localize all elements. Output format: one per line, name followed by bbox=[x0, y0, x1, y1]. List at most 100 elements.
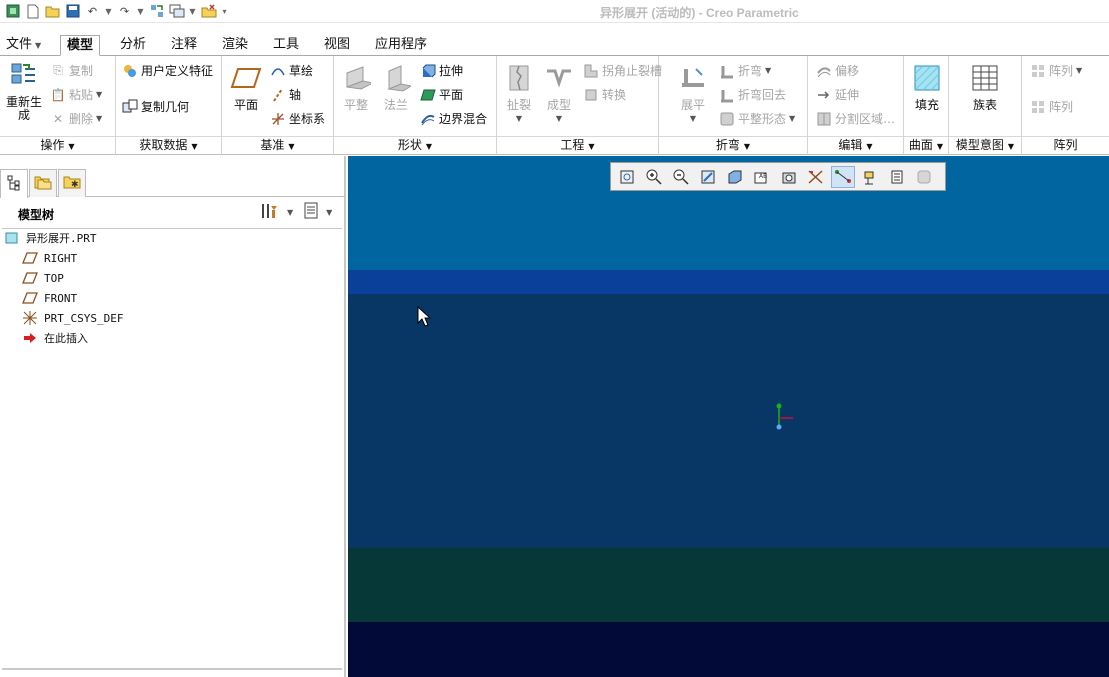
family-table-button[interactable]: 族表 bbox=[965, 62, 1005, 112]
udf-button[interactable]: 用户定义特征 bbox=[122, 62, 213, 79]
switch-window-icon[interactable] bbox=[168, 3, 185, 20]
extend-button[interactable]: 延伸 bbox=[816, 86, 859, 103]
tree-settings-dropdown-icon[interactable]: ▼ bbox=[287, 208, 293, 217]
datum-plane-icon bbox=[22, 250, 38, 266]
tab-favorites[interactable]: ✱ bbox=[58, 169, 86, 197]
copy-geometry-button[interactable]: 复制几何 bbox=[122, 98, 189, 115]
bend-back-icon bbox=[719, 87, 735, 103]
rip-button[interactable]: 扯裂 ▼ bbox=[501, 62, 537, 126]
group-label-model-intent[interactable]: 模型意图 ▼ bbox=[949, 136, 1021, 153]
tree-item-top[interactable]: TOP bbox=[22, 269, 64, 287]
boundary-blend-button[interactable]: 边界混合 bbox=[420, 110, 487, 127]
tab-file[interactable]: 文件 ▼ bbox=[0, 35, 47, 56]
tree-item-part[interactable]: 异形展开.PRT bbox=[4, 229, 97, 247]
save-icon[interactable] bbox=[64, 3, 81, 20]
undo-dropdown-icon[interactable]: ▼ bbox=[104, 3, 113, 20]
tree-show-icon[interactable] bbox=[303, 202, 319, 223]
flat-state-button[interactable]: 平整形态 ▼ bbox=[719, 110, 795, 127]
tab-folder-browser[interactable] bbox=[29, 169, 57, 197]
axis-button[interactable]: 轴 bbox=[270, 86, 301, 103]
flat-wall-icon bbox=[340, 62, 372, 94]
extrude-button[interactable]: 拉伸 bbox=[420, 62, 463, 79]
group-label-datum[interactable]: 基准 ▼ bbox=[222, 136, 333, 153]
group-editing: 偏移 延伸 分割区域… 编辑 ▼ bbox=[808, 56, 904, 155]
flat-wall-button[interactable]: 平整 bbox=[338, 62, 374, 112]
boundary-blend-icon bbox=[420, 111, 436, 127]
group-label-operations[interactable]: 操作 ▼ bbox=[0, 136, 115, 153]
csys-button[interactable]: 坐标系 bbox=[270, 110, 325, 127]
pattern-button[interactable]: 阵列 ▼ bbox=[1030, 62, 1082, 79]
app-icon[interactable] bbox=[4, 3, 21, 20]
tree-item-csys[interactable]: PRT_CSYS_DEF bbox=[22, 309, 123, 327]
tab-annotate[interactable]: 注释 bbox=[165, 35, 203, 56]
insert-here-arrow-icon bbox=[22, 330, 38, 346]
paste-button[interactable]: 📋 粘贴 ▼ bbox=[50, 86, 103, 103]
tab-tools[interactable]: 工具 bbox=[267, 35, 305, 56]
split-area-icon bbox=[816, 111, 832, 127]
close-icon[interactable] bbox=[200, 3, 217, 20]
corner-relief-icon bbox=[583, 63, 599, 79]
tree-item-insert-here[interactable]: 在此插入 bbox=[22, 329, 88, 347]
csys-display-icon[interactable] bbox=[885, 166, 909, 188]
group-label-shapes[interactable]: 形状 ▼ bbox=[334, 136, 496, 153]
tree-settings-icon[interactable] bbox=[260, 202, 280, 223]
tree-item-front[interactable]: FRONT bbox=[22, 289, 77, 307]
zoom-in-icon[interactable] bbox=[642, 166, 666, 188]
convert-button[interactable]: 转换 bbox=[583, 86, 626, 103]
tab-model[interactable]: 模型 bbox=[60, 35, 101, 56]
unbend-button[interactable]: 展平 ▼ bbox=[675, 62, 711, 126]
flange-wall-button[interactable]: 法兰 bbox=[378, 62, 414, 112]
tab-view[interactable]: 视图 bbox=[318, 35, 356, 56]
pattern-button-2[interactable]: 阵列 bbox=[1030, 98, 1073, 115]
tree-item-right[interactable]: RIGHT bbox=[22, 249, 77, 267]
open-icon[interactable] bbox=[44, 3, 61, 20]
copy-button[interactable]: ⎘ 复制 bbox=[50, 62, 93, 79]
group-label-editing[interactable]: 编辑 ▼ bbox=[808, 136, 903, 153]
saved-orientations-icon[interactable]: AB bbox=[750, 166, 774, 188]
bend-back-button[interactable]: 折弯回去 bbox=[719, 86, 786, 103]
planar-button[interactable]: 平面 bbox=[420, 86, 463, 103]
tree-show-dropdown-icon[interactable]: ▼ bbox=[326, 208, 332, 217]
group-label-engineering[interactable]: 工程 ▼ bbox=[497, 136, 658, 153]
sketch-button[interactable]: 草绘 bbox=[270, 62, 313, 79]
datum-plane-button[interactable]: 平面 bbox=[226, 62, 266, 112]
customize-icon[interactable]: ▾ bbox=[220, 3, 229, 20]
offset-button[interactable]: 偏移 bbox=[816, 62, 859, 79]
group-label-bend[interactable]: 折弯 ▼ bbox=[659, 136, 807, 153]
regenerate-icon[interactable] bbox=[148, 3, 165, 20]
tab-model-tree[interactable] bbox=[0, 169, 28, 198]
zoom-out-icon[interactable] bbox=[669, 166, 693, 188]
regenerate-button[interactable]: 重新生成 bbox=[4, 60, 44, 122]
spin-center-icon[interactable] bbox=[912, 166, 936, 188]
form-button[interactable]: 成型 ▼ bbox=[541, 62, 577, 126]
axis-display-icon[interactable] bbox=[831, 165, 855, 188]
unbend-icon bbox=[677, 62, 709, 94]
window-title: 异形展开 (活动的) - Creo Parametric bbox=[600, 6, 799, 20]
view-manager-icon[interactable] bbox=[777, 166, 801, 188]
group-label-surfaces[interactable]: 曲面 ▼ bbox=[904, 136, 948, 153]
offset-icon bbox=[816, 63, 832, 79]
tab-applications[interactable]: 应用程序 bbox=[369, 35, 433, 56]
tab-render[interactable]: 渲染 bbox=[216, 35, 254, 56]
fill-button[interactable]: 填充 bbox=[908, 62, 946, 112]
delete-button[interactable]: ✕ 删除 ▼ bbox=[50, 110, 102, 127]
refit-icon[interactable] bbox=[615, 166, 639, 188]
bend-button[interactable]: 折弯 ▼ bbox=[719, 62, 771, 79]
point-display-icon[interactable] bbox=[858, 166, 882, 188]
group-get-data: 用户定义特征 复制几何 获取数据 ▼ bbox=[116, 56, 222, 155]
split-area-button[interactable]: 分割区域… bbox=[816, 110, 895, 127]
switch-window-dropdown-icon[interactable]: ▼ bbox=[188, 3, 197, 20]
graphics-viewport[interactable]: AB bbox=[348, 156, 1109, 677]
plane-display-icon[interactable] bbox=[804, 166, 828, 188]
redo-icon[interactable]: ↷ bbox=[116, 3, 133, 20]
svg-text:✱: ✱ bbox=[71, 180, 79, 190]
new-icon[interactable] bbox=[24, 3, 41, 20]
tab-analysis[interactable]: 分析 bbox=[114, 35, 152, 56]
display-style-icon[interactable] bbox=[723, 166, 747, 188]
group-label-get-data[interactable]: 获取数据 ▼ bbox=[116, 136, 221, 153]
undo-icon[interactable]: ↶ bbox=[84, 3, 101, 20]
redo-dropdown-icon[interactable]: ▼ bbox=[136, 3, 145, 20]
repaint-icon[interactable] bbox=[696, 166, 720, 188]
corner-relief-button[interactable]: 拐角止裂槽 bbox=[583, 62, 662, 79]
family-table-icon bbox=[969, 62, 1001, 94]
